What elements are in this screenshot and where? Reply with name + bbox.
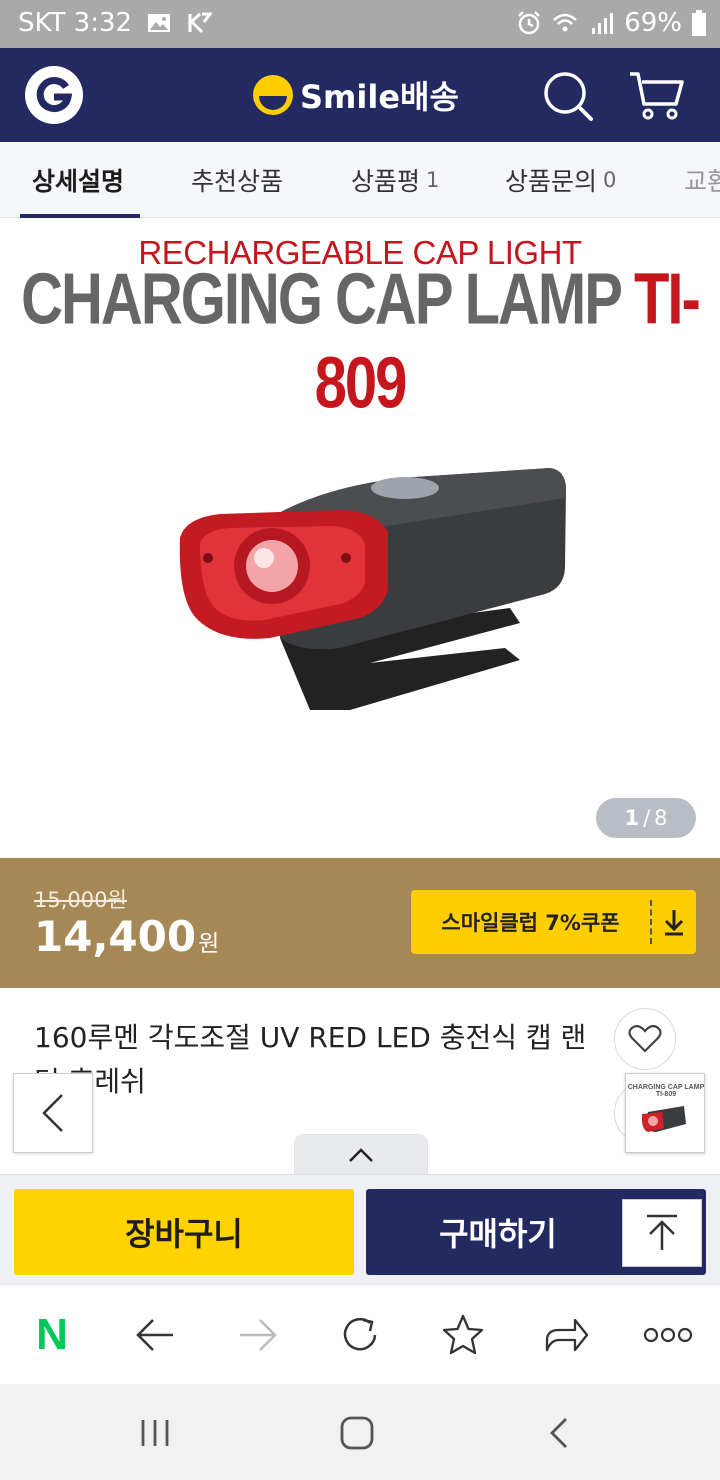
more-button[interactable]: [640, 1307, 696, 1363]
scroll-top-button[interactable]: [622, 1199, 702, 1267]
alarm-icon: [518, 11, 541, 35]
coupon-label: 스마일클럽 7%쿠폰: [441, 911, 620, 935]
share-page-button[interactable]: [538, 1307, 594, 1363]
g-logo-icon[interactable]: [24, 65, 84, 125]
carrier-time: SKT 3:32: [18, 8, 133, 38]
price-unit: 원: [198, 931, 220, 957]
floating-thumbnail[interactable]: CHARGING CAP LAMP TI-809: [625, 1073, 705, 1153]
status-bar: SKT 3:32 69%: [0, 0, 720, 48]
tab-questions[interactable]: 상품문의 0: [505, 142, 616, 218]
recent-apps-icon: [141, 1420, 169, 1446]
home-icon: [340, 1416, 374, 1450]
expand-handle[interactable]: [294, 1134, 428, 1174]
app-header: Smile배송: [0, 48, 720, 142]
heart-icon: [628, 1024, 662, 1053]
chevron-left-icon: [550, 1418, 567, 1448]
cart-icon[interactable]: [626, 68, 686, 124]
wishlist-button[interactable]: [614, 1008, 676, 1070]
naver-home-button[interactable]: N: [24, 1307, 80, 1363]
download-icon: [652, 890, 696, 954]
share-arrow-icon: [545, 1318, 589, 1352]
search-icon[interactable]: [540, 68, 596, 124]
system-back-button[interactable]: [534, 1408, 584, 1458]
forward-button[interactable]: [230, 1307, 286, 1363]
image-title: CHARGING CAP LAMP TI-809: [0, 257, 720, 425]
page-current: 1: [624, 806, 640, 830]
add-to-cart-button[interactable]: 장바구니: [14, 1189, 354, 1275]
arrow-right-icon: [240, 1319, 277, 1351]
tab-label: 교환: [684, 167, 720, 196]
battery-percent: 69%: [624, 8, 682, 38]
gallery-icon: [148, 14, 171, 32]
original-price: 15,000원: [34, 888, 127, 912]
signal-icon: [592, 13, 614, 34]
recent-apps-button[interactable]: [130, 1408, 180, 1458]
arrow-left-icon: [136, 1319, 173, 1351]
purchase-action-bar: 장바구니 구매하기: [0, 1174, 720, 1284]
refresh-button[interactable]: [332, 1307, 388, 1363]
price-bar: 15,000원 14,400원 스마일클럽 7%쿠폰: [0, 858, 720, 988]
tab-exchange[interactable]: 교환: [684, 142, 720, 218]
page-total: 8: [654, 806, 668, 830]
tab-recommended[interactable]: 추천상품: [191, 142, 283, 218]
tab-reviews[interactable]: 상품평 1: [351, 142, 439, 218]
system-navigation-bar: [0, 1384, 720, 1480]
wifi-icon: [553, 13, 578, 32]
chevron-up-icon: [349, 1147, 373, 1162]
chevron-left-icon: [42, 1094, 63, 1132]
cap-lamp-image: [179, 468, 566, 710]
bookmark-button[interactable]: [435, 1307, 491, 1363]
k-app-icon: [188, 12, 213, 34]
tab-label: 추천상품: [191, 167, 284, 196]
image-page-indicator: 1 / 8: [596, 798, 696, 838]
product-tabs: 상세설명 추천상품 상품평 1 상품문의 0 교환: [0, 142, 720, 218]
tab-label: 상품평: [351, 167, 421, 196]
brand-text: Smile배송: [300, 78, 459, 116]
more-dots-icon: [643, 1327, 693, 1343]
buy-now-button[interactable]: 구매하기: [366, 1189, 706, 1275]
tab-detail[interactable]: 상세설명: [32, 142, 124, 218]
home-button[interactable]: [332, 1408, 382, 1458]
product-image-carousel[interactable]: RECHARGEABLE CAP LIGHT CHARGING CAP LAMP…: [0, 218, 720, 858]
tab-count: 1: [426, 168, 440, 192]
coupon-download-button[interactable]: 스마일클럽 7%쿠폰: [411, 890, 696, 954]
smile-delivery-logo: Smile배송: [252, 72, 459, 118]
browser-toolbar: N: [0, 1284, 720, 1384]
sale-price: 14,400원: [34, 912, 219, 961]
refresh-icon: [343, 1318, 377, 1351]
product-title: 160루멘 각도조절 UV RED LED 충전식 캡 랜턴 후레쉬: [34, 1021, 587, 1098]
arrow-up-to-top-icon: [647, 1214, 677, 1250]
page-separator: /: [643, 806, 651, 830]
battery-icon: [692, 10, 706, 36]
image-title-text: CHARGING CAP LAMP: [21, 258, 622, 340]
tab-label: 상세설명: [32, 167, 125, 196]
sale-price-value: 14,400: [34, 912, 197, 961]
previous-button[interactable]: [13, 1073, 93, 1153]
tab-label: 상품문의: [505, 167, 598, 196]
buy-label: 구매하기: [439, 1215, 557, 1253]
tab-count: 0: [603, 168, 617, 192]
thumbnail-lamp-image: [641, 1106, 686, 1132]
naver-logo: N: [36, 1310, 68, 1359]
smile-icon: [253, 75, 293, 115]
star-icon: [442, 1314, 484, 1355]
back-button[interactable]: [127, 1307, 183, 1363]
